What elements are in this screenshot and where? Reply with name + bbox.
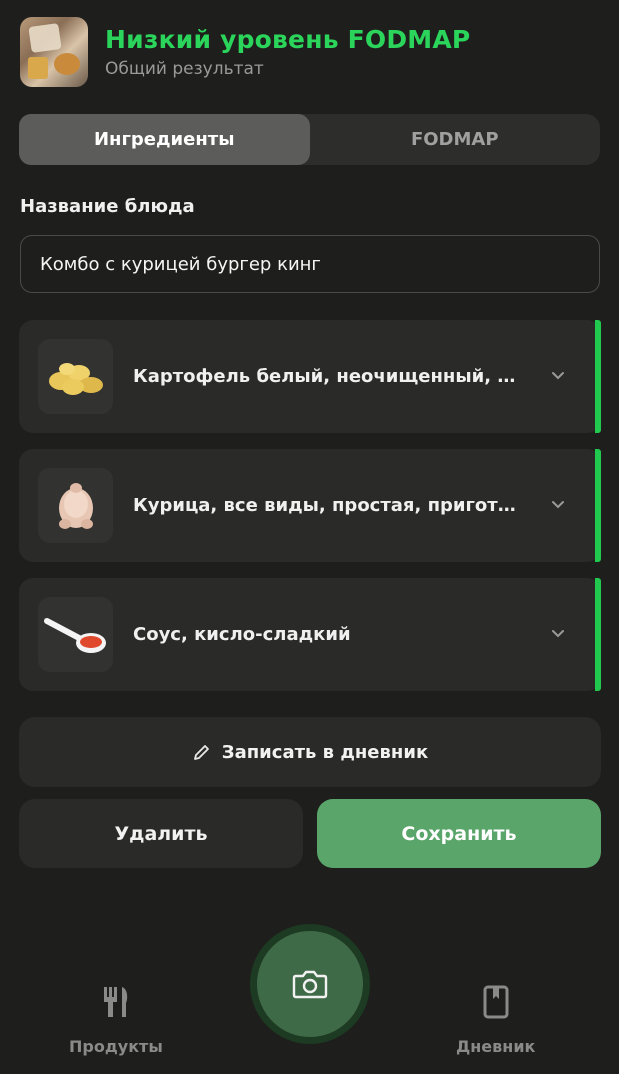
result-subtitle: Общий результат bbox=[105, 59, 264, 79]
delete-button[interactable]: Удалить bbox=[19, 799, 303, 868]
record-diary-label: Записать в дневник bbox=[221, 741, 429, 763]
status-bar bbox=[595, 578, 601, 691]
pencil-icon bbox=[193, 745, 209, 760]
diary-book-icon bbox=[483, 985, 509, 1019]
ingredient-card[interactable]: Соус, кисло-сладкий bbox=[19, 578, 601, 691]
record-diary-button[interactable]: Записать в дневник bbox=[19, 717, 601, 787]
ingredient-card[interactable]: Курица, все виды, простая, пригот… bbox=[19, 449, 601, 562]
dish-photo[interactable] bbox=[20, 17, 88, 87]
result-title: Низкий уровень FODMAP bbox=[105, 25, 471, 54]
dish-name-input[interactable]: Комбо с курицей бургер кинг bbox=[20, 235, 600, 293]
tab-ingredients[interactable]: Ингредиенты bbox=[19, 114, 310, 165]
camera-fab-ring bbox=[250, 924, 370, 1044]
potato-icon bbox=[38, 339, 113, 414]
save-button[interactable]: Сохранить bbox=[317, 799, 601, 868]
tab-fodmap[interactable]: FODMAP bbox=[310, 114, 601, 165]
chevron-down-icon[interactable] bbox=[547, 493, 569, 515]
segmented-tabs: Ингредиенты FODMAP bbox=[19, 114, 600, 165]
status-bar bbox=[595, 320, 601, 433]
cutlery-icon bbox=[103, 987, 128, 1017]
chicken-icon bbox=[38, 468, 113, 543]
nav-products-label: Продукты bbox=[69, 1037, 163, 1056]
chevron-down-icon[interactable] bbox=[547, 364, 569, 386]
sauce-spoon-icon bbox=[38, 597, 113, 672]
ingredient-name: Картофель белый, неочищенный, … bbox=[133, 366, 516, 387]
nav-diary-label: Дневник bbox=[456, 1037, 536, 1056]
ingredient-card[interactable]: Картофель белый, неочищенный, … bbox=[19, 320, 601, 433]
status-bar bbox=[595, 449, 601, 562]
ingredient-name: Курица, все виды, простая, пригот… bbox=[133, 495, 516, 516]
camera-icon bbox=[292, 970, 328, 999]
result-header: Низкий уровень FODMAP Общий результат bbox=[20, 17, 470, 87]
chevron-down-icon[interactable] bbox=[547, 622, 569, 644]
nav-products[interactable]: Продукты bbox=[69, 985, 163, 1056]
nav-diary[interactable]: Дневник bbox=[456, 985, 535, 1056]
ingredient-name: Соус, кисло-сладкий bbox=[133, 624, 351, 645]
camera-button[interactable] bbox=[257, 931, 363, 1037]
app-screen: Низкий уровень FODMAP Общий результат Ин… bbox=[0, 0, 619, 1074]
dish-name-label: Название блюда bbox=[20, 196, 195, 217]
